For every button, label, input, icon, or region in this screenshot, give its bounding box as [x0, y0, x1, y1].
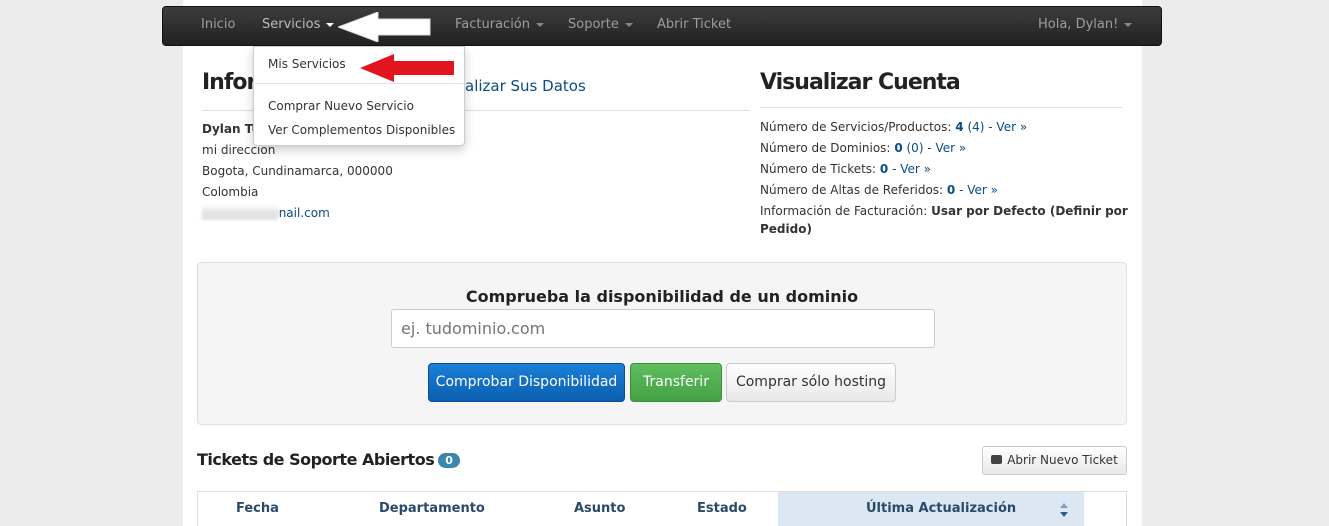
account-referrals-row: Número de Altas de Referidos: 0 - Ver » — [760, 183, 998, 197]
caret-down-icon — [1124, 22, 1133, 27]
referrals-label: Número de Altas de Referidos: — [760, 183, 944, 197]
column-fecha[interactable]: Fecha — [236, 492, 279, 526]
nav-abrir-ticket[interactable]: Abrir Ticket — [657, 7, 731, 45]
tickets-view-link[interactable]: - Ver » — [892, 162, 931, 176]
update-data-link[interactable]: alizar Sus Datos — [465, 77, 586, 95]
dropdown-item-comprar-nuevo-servicio[interactable]: Comprar Nuevo Servicio — [268, 99, 414, 113]
white-arrow-annotation-icon — [338, 12, 431, 42]
open-new-ticket-label: Abrir Nuevo Ticket — [1007, 453, 1118, 467]
nav-soporte-label: Soporte — [568, 17, 619, 32]
domains-view-link[interactable]: (0) - Ver » — [907, 141, 967, 155]
dropdown-item-ver-complementos[interactable]: Ver Complementos Disponibles — [268, 123, 455, 137]
account-billing-row: Información de Facturación: Usar por Def… — [760, 204, 1128, 218]
caret-down-icon — [536, 22, 544, 27]
nav-soporte[interactable]: Soporte — [568, 7, 633, 45]
check-availability-button[interactable]: Comprobar Disponibilidad — [428, 363, 625, 402]
client-city: Bogota, Cundinamarca, 000000 — [202, 164, 393, 178]
client-country: Colombia — [202, 185, 259, 199]
domain-check-panel: Comprueba la disponibilidad de un domini… — [197, 262, 1127, 425]
column-ultima-actualizacion[interactable]: Última Actualización — [866, 492, 1016, 526]
referrals-count[interactable]: 0 — [947, 183, 955, 197]
open-tickets-title-text: Tickets de Soporte Abiertos — [197, 450, 435, 469]
email-redacted: jjjjjjjjjjjjjjjjjjjjjjj — [202, 206, 279, 220]
account-title: Visualizar Cuenta — [760, 70, 961, 95]
comment-icon — [991, 455, 1003, 464]
open-tickets-title: Tickets de Soporte Abiertos 0 — [197, 450, 460, 469]
user-menu-label: Hola, Dylan! — [1038, 17, 1119, 32]
client-name: Dylan Tu — [202, 122, 261, 136]
nav-user-menu[interactable]: Hola, Dylan! — [1038, 7, 1133, 45]
nav-servicios[interactable]: Servicios — [262, 7, 335, 45]
caret-down-icon — [624, 22, 633, 27]
tickets-table-header: Fecha Departamento Asunto Estado Última … — [197, 491, 1127, 526]
domains-count[interactable]: 0 — [894, 141, 902, 155]
billing-value-continued: Pedido) — [760, 222, 812, 236]
red-arrow-annotation-icon — [360, 54, 454, 82]
domains-label: Número de Dominios: — [760, 141, 891, 155]
domain-search-input[interactable] — [391, 309, 935, 348]
column-estado[interactable]: Estado — [697, 492, 747, 526]
referrals-view-link[interactable]: - Ver » — [959, 183, 998, 197]
nav-servicios-label: Servicios — [262, 17, 321, 32]
open-tickets-count-badge: 0 — [438, 453, 460, 468]
services-label: Número de Servicios/Productos: — [760, 120, 952, 134]
nav-facturacion[interactable]: Facturación — [455, 7, 544, 45]
transfer-button[interactable]: Transferir — [630, 363, 722, 402]
dropdown-divider — [255, 83, 463, 84]
tickets-label: Número de Tickets: — [760, 162, 877, 176]
account-tickets-row: Número de Tickets: 0 - Ver » — [760, 162, 931, 176]
account-services-row: Número de Servicios/Productos: 4 (4) - V… — [760, 120, 1027, 134]
info-title: Infor — [202, 70, 257, 95]
nav-facturacion-label: Facturación — [455, 17, 530, 32]
open-new-ticket-button[interactable]: Abrir Nuevo Ticket — [982, 446, 1127, 475]
services-count[interactable]: 4 — [955, 120, 963, 134]
billing-label: Información de Facturación: — [760, 204, 928, 218]
account-billing-row-2: Pedido) — [760, 222, 812, 236]
top-navbar: Inicio Servicios Facturación Soporte Abr… — [162, 6, 1162, 46]
billing-value: Usar por Defecto (Definir por — [931, 204, 1128, 218]
account-divider — [760, 107, 1122, 108]
column-departamento[interactable]: Departamento — [379, 492, 485, 526]
client-email[interactable]: jjjjjjjjjjjjjjjjjjjjjjjnail.com — [202, 206, 330, 220]
caret-down-icon — [326, 22, 335, 27]
buy-hosting-only-button[interactable]: Comprar sólo hosting — [726, 363, 896, 402]
sort-icon[interactable] — [1059, 502, 1069, 518]
email-visible: nail.com — [278, 206, 330, 220]
services-view-link[interactable]: (4) - Ver » — [967, 120, 1027, 134]
account-domains-row: Número de Dominios: 0 (0) - Ver » — [760, 141, 966, 155]
tickets-count[interactable]: 0 — [880, 162, 888, 176]
column-asunto[interactable]: Asunto — [574, 492, 625, 526]
domain-check-title: Comprueba la disponibilidad de un domini… — [465, 287, 859, 306]
nav-inicio[interactable]: Inicio — [201, 7, 235, 45]
dropdown-item-mis-servicios[interactable]: Mis Servicios — [268, 57, 346, 71]
